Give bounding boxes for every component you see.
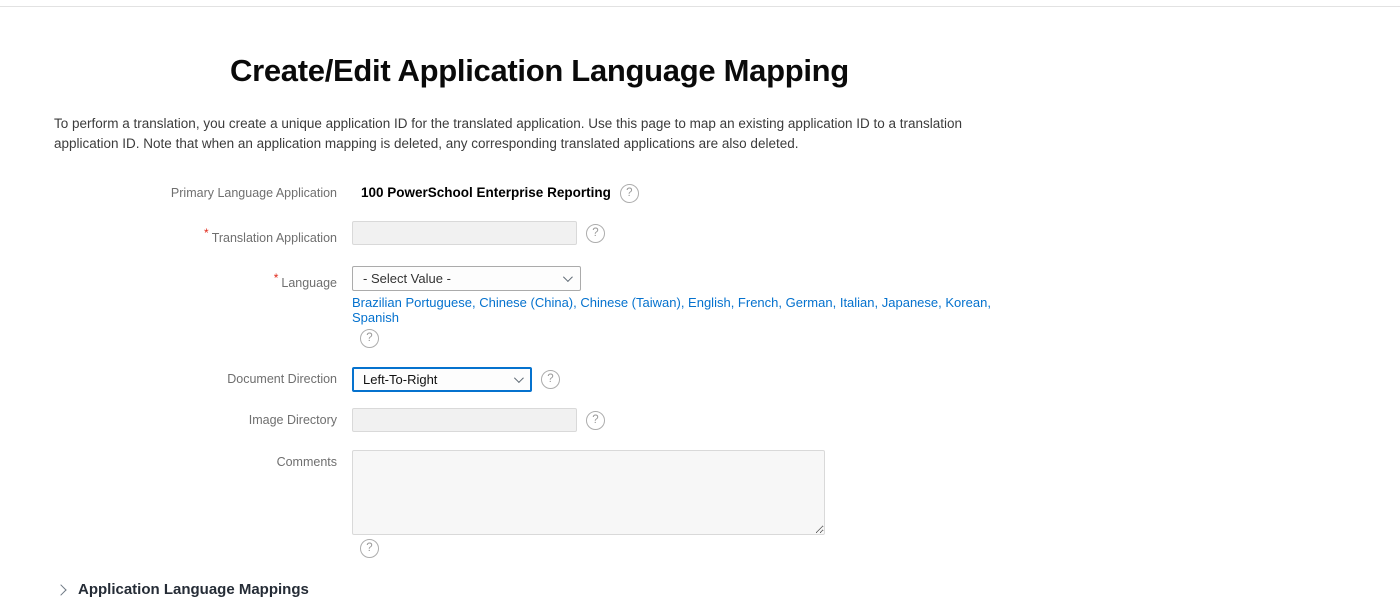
row-language: *Language - Select Value - Brazilian Por… [54, 266, 1360, 348]
language-quick-pick-link[interactable]: Korean [945, 295, 987, 310]
language-label: *Language [54, 266, 337, 295]
language-quick-pick-link[interactable]: Spanish [352, 310, 399, 325]
quick-pick-separator: , [987, 295, 991, 310]
top-border-bar [0, 0, 1400, 7]
language-select-value: - Select Value - [363, 271, 451, 286]
chevron-right-icon [55, 584, 66, 595]
help-icon[interactable]: ? [541, 370, 560, 389]
quick-pick-separator: , [875, 295, 882, 310]
help-icon[interactable]: ? [586, 411, 605, 430]
primary-language-application-value: 100 PowerSchool Enterprise Reporting [352, 181, 611, 205]
quick-pick-separator: , [731, 295, 738, 310]
row-comments: Comments ? [54, 450, 1360, 558]
language-mapping-form: Primary Language Application 100 PowerSc… [54, 181, 1360, 558]
help-icon[interactable]: ? [360, 539, 379, 558]
language-quick-pick-link[interactable]: Japanese [882, 295, 938, 310]
row-primary-language-application: Primary Language Application 100 PowerSc… [54, 181, 1360, 205]
language-quick-pick-link[interactable]: Brazilian Portuguese [352, 295, 472, 310]
help-icon[interactable]: ? [586, 224, 605, 243]
row-image-directory: Image Directory ? [54, 408, 1360, 432]
row-document-direction: Document Direction Left-To-Right ? [54, 367, 1360, 392]
document-direction-select-value: Left-To-Right [363, 372, 437, 387]
comments-textarea[interactable] [352, 450, 825, 535]
page-description: To perform a translation, you create a u… [54, 114, 1004, 154]
row-translation-application: *Translation Application ? [54, 221, 1360, 250]
required-marker: * [274, 271, 279, 285]
image-directory-input[interactable] [352, 408, 577, 432]
required-marker: * [204, 226, 209, 240]
help-icon[interactable]: ? [620, 184, 639, 203]
chevron-down-icon [563, 272, 573, 282]
page-title: Create/Edit Application Language Mapping [230, 53, 1360, 89]
document-direction-label: Document Direction [54, 367, 337, 391]
quick-pick-separator: , [778, 295, 785, 310]
language-quick-pick-link[interactable]: German [786, 295, 833, 310]
comments-label: Comments [54, 450, 337, 474]
language-quick-pick-link[interactable]: Italian [840, 295, 875, 310]
language-quick-picks: Brazilian Portuguese, Chinese (China), C… [352, 295, 992, 325]
image-directory-label: Image Directory [54, 408, 337, 432]
application-language-mappings-region-toggle[interactable]: Application Language Mappings [54, 581, 1360, 598]
primary-language-application-label: Primary Language Application [54, 181, 337, 205]
region-title: Application Language Mappings [78, 581, 309, 598]
language-quick-pick-link[interactable]: French [738, 295, 778, 310]
quick-pick-separator: , [833, 295, 840, 310]
language-quick-pick-link[interactable]: English [688, 295, 731, 310]
language-quick-pick-link[interactable]: Chinese (Taiwan) [580, 295, 680, 310]
page-content: Create/Edit Application Language Mapping… [0, 53, 1400, 598]
translation-application-label: *Translation Application [54, 221, 337, 250]
language-quick-pick-link[interactable]: Chinese (China) [479, 295, 573, 310]
language-select[interactable]: - Select Value - [352, 266, 581, 291]
help-icon[interactable]: ? [360, 329, 379, 348]
chevron-down-icon [514, 373, 524, 383]
quick-pick-separator: , [681, 295, 688, 310]
translation-application-input[interactable] [352, 221, 577, 245]
document-direction-select[interactable]: Left-To-Right [352, 367, 532, 392]
